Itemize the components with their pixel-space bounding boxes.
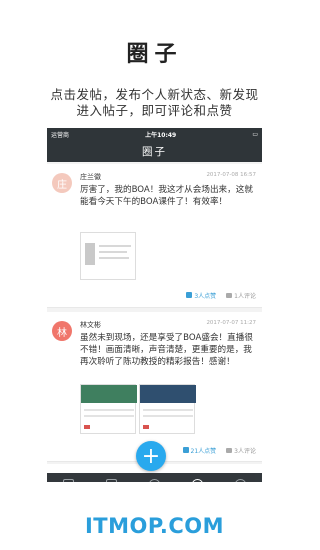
comment-icon xyxy=(226,448,233,453)
image-line xyxy=(84,409,134,411)
new-post-button[interactable]: + xyxy=(136,441,166,471)
post-text: 厉害了，我的BOA！我这才从会场出来，这就能看今天下午的BOA课件了！有效率！ xyxy=(80,185,253,207)
activity-icon xyxy=(149,478,160,482)
battery-icon: ▭ xyxy=(252,130,258,138)
status-bar: 运营商 上午10:49 ▭ xyxy=(47,128,262,140)
comment-count: 1人评论 xyxy=(234,293,256,300)
image-banner xyxy=(81,385,137,403)
post-card[interactable]: 庄 庄兰徽 2017-07-08 16:57 厉害了，我的BOA！我这才从会场出… xyxy=(47,164,262,308)
like-button[interactable]: 21人点赞 xyxy=(182,446,217,455)
carrier-label: 运营商 xyxy=(51,131,70,139)
post-image[interactable] xyxy=(80,232,136,280)
image-line xyxy=(84,415,134,417)
post-image[interactable] xyxy=(80,384,137,434)
post-author[interactable]: 林文彬 xyxy=(80,320,101,330)
comment-icon xyxy=(226,293,233,298)
image-line xyxy=(143,409,193,411)
tab-bar: 首页 资源 动态 圈子 我 xyxy=(47,473,262,482)
post-time: 2017-07-07 11:27 xyxy=(206,320,256,326)
image-line xyxy=(143,415,193,417)
image-figure xyxy=(85,243,95,265)
post-actions: 21人点赞 3人评论 xyxy=(182,446,256,455)
avatar[interactable]: 林 xyxy=(52,321,72,341)
comment-button[interactable]: 3人评论 xyxy=(226,446,256,455)
like-button[interactable]: 3人点赞 xyxy=(186,291,216,300)
comment-count: 3人评论 xyxy=(234,448,256,455)
image-badge xyxy=(84,425,90,429)
comment-button[interactable]: 1人评论 xyxy=(226,291,256,300)
image-banner xyxy=(140,385,196,403)
thumbs-up-icon xyxy=(182,447,189,453)
watermark: ITMOP.COM xyxy=(84,514,225,538)
home-icon xyxy=(63,478,74,482)
screenshot-root: 圈子 点击发帖，发布个人新状态、新发现 进入帖子，即可评论和点赞 运营商 上午1… xyxy=(0,0,309,550)
post-text: 虽然未到现场，还是享受了BOA盛会！直播很不错！画面清晰，声音清楚，更重要的是，… xyxy=(80,333,253,367)
like-count: 3人点赞 xyxy=(194,293,217,300)
folder-icon xyxy=(106,478,117,482)
tab-resources[interactable]: 资源 xyxy=(90,473,133,482)
image-badge xyxy=(143,425,149,429)
tab-me[interactable]: 我 xyxy=(219,473,262,482)
promo-title: 圈子 xyxy=(126,42,183,67)
clock-label: 上午10:49 xyxy=(145,131,177,139)
image-line xyxy=(99,251,127,253)
thumbs-up-icon xyxy=(186,292,193,298)
post-card[interactable]: 林 林文彬 2017-07-07 11:27 虽然未到现场，还是享受了BOA盛会… xyxy=(47,312,262,462)
nav-title: 圈子 xyxy=(47,140,262,162)
promo-line-2: 进入帖子，即可评论和点赞 xyxy=(76,103,233,118)
image-line xyxy=(99,257,129,259)
tab-activity[interactable]: 动态 xyxy=(133,473,176,482)
post-time: 2017-07-08 16:57 xyxy=(206,172,256,178)
image-line xyxy=(99,245,131,247)
user-icon xyxy=(235,478,246,482)
avatar[interactable]: 庄 xyxy=(52,173,72,193)
like-count: 21人点赞 xyxy=(190,448,217,455)
post-actions: 3人点赞 1人评论 xyxy=(186,291,256,300)
tab-circle[interactable]: 圈子 xyxy=(176,473,219,482)
phone-screen: 运营商 上午10:49 ▭ 圈子 庄 庄兰徽 2017-07-08 16:57 … xyxy=(47,128,262,482)
tab-home[interactable]: 首页 xyxy=(47,473,90,482)
play-circle-icon xyxy=(192,478,203,482)
post-author[interactable]: 庄兰徽 xyxy=(80,172,101,182)
post-image[interactable] xyxy=(139,384,196,434)
